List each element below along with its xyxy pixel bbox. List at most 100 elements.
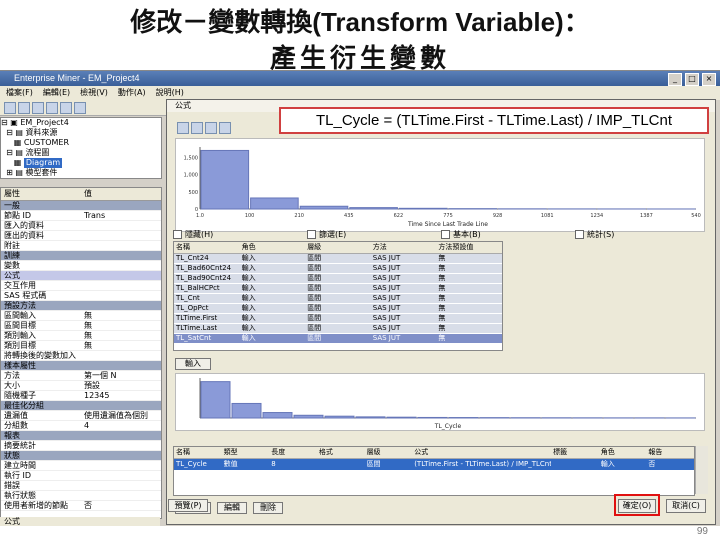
checkbox-stats[interactable]: 統計(S) [575, 228, 709, 240]
property-row[interactable]: 報表 [1, 431, 161, 441]
menu-help[interactable]: 說明(H) [156, 86, 184, 100]
results-icon[interactable] [74, 102, 86, 114]
stop-icon[interactable] [60, 102, 72, 114]
vars-scrollbar[interactable] [695, 446, 708, 494]
property-row[interactable]: 分組數 4 [1, 421, 161, 431]
open-icon[interactable] [18, 102, 30, 114]
property-row[interactable]: 摘要統計 [1, 441, 161, 451]
property-row[interactable]: 公式 [1, 271, 161, 281]
property-key: 分組數 [4, 421, 28, 430]
cancel-button[interactable]: 取消(C) [666, 499, 706, 513]
x-tick-label: 540 [691, 213, 701, 219]
variable-row[interactable]: TLTime.First 輸入 區間 SAS JUT 無 [174, 314, 502, 324]
tree-item[interactable]: ⊞ ▤ 模型套件 [1, 168, 161, 178]
delete-button[interactable]: 刪除 [253, 502, 283, 514]
save-icon[interactable] [32, 102, 44, 114]
x-tick-label: 100 [245, 213, 255, 219]
new-icon[interactable] [4, 102, 16, 114]
variable-row[interactable]: TL_Cnt24 輸入 區間 SAS JUT 無 [174, 254, 502, 264]
chart-icon[interactable] [177, 122, 189, 134]
property-row[interactable]: 區間輸入 無 [1, 311, 161, 321]
property-key: 大小 [4, 381, 20, 390]
property-row[interactable]: SAS 程式碼 [1, 291, 161, 301]
input-button[interactable]: 輸入 [175, 358, 211, 370]
variable-cell: 輸入 [241, 304, 256, 312]
property-key: 將轉換後的變數加入 [4, 351, 76, 360]
property-row[interactable]: 訓練 [1, 251, 161, 261]
tree-item[interactable]: ⊟ ▣ EM_Project4 [1, 118, 161, 128]
checkbox-basic[interactable]: 基本(B) [441, 228, 575, 240]
tree-item[interactable]: ⊟ ▤ 資料來源 [1, 128, 161, 138]
variable-row[interactable]: TL_OpPct 輸入 區間 SAS JUT 無 [174, 304, 502, 314]
x-tick-label: 1387 [640, 213, 653, 219]
property-row[interactable]: 建立時間 [1, 461, 161, 471]
property-row[interactable]: 將轉換後的變數加入 [1, 351, 161, 361]
variable-cell: 區間 [307, 324, 322, 332]
variable-row[interactable]: TL_Bad60Cnt24 輸入 區間 SAS JUT 無 [174, 264, 502, 274]
property-value [81, 241, 161, 250]
menu-action[interactable]: 動作(A) [118, 86, 146, 100]
property-row[interactable]: 交互作用 [1, 281, 161, 291]
property-row[interactable]: 匯出的資料 [1, 231, 161, 241]
zoom-icon[interactable] [219, 122, 231, 134]
variable-row[interactable]: TL_SatCnt 輸入 區間 SAS JUT 無 [174, 334, 502, 344]
property-row[interactable]: 錯誤 [1, 481, 161, 491]
menu-view[interactable]: 檢視(V) [80, 86, 108, 100]
menu-edit[interactable]: 編輯(E) [43, 86, 70, 100]
variable-cell: 無 [438, 324, 446, 332]
preview-button[interactable]: 預覽(P) [168, 499, 208, 512]
property-key: 預設方法 [4, 301, 36, 310]
property-key: 類別輸入 [4, 331, 36, 340]
property-row[interactable]: 附註 [1, 241, 161, 251]
property-value [81, 401, 161, 410]
property-row[interactable]: 方法 第一個 N [1, 371, 161, 381]
property-row[interactable]: 執行狀態 [1, 491, 161, 501]
property-row[interactable]: 最佳化分組 [1, 401, 161, 411]
tree-item[interactable]: ▦ CUSTOMER [1, 138, 161, 148]
variable-cell: TLTime.First [176, 314, 218, 322]
property-row[interactable]: 執行 ID [1, 471, 161, 481]
property-row[interactable]: 類別目標 無 [1, 341, 161, 351]
variable-cell: 區間 [307, 334, 322, 342]
minimize-button[interactable]: _ [668, 73, 682, 86]
y-tick-label: 1,000 [184, 173, 198, 179]
table-icon[interactable] [191, 122, 203, 134]
edit-icon[interactable] [205, 122, 217, 134]
property-row[interactable]: 匯入的資料 [1, 221, 161, 231]
new-variable-row[interactable]: TL_Cycle 數值 8 區間 (TLTime.First - TLTime.… [174, 459, 694, 470]
x-axis-label: TL_Cycle [434, 423, 462, 430]
edit-button[interactable]: 編輯 [217, 502, 247, 514]
variable-cell: SAS JUT [372, 264, 401, 272]
property-value [81, 361, 161, 370]
property-value [81, 291, 161, 300]
menu-file[interactable]: 檔案(F) [6, 86, 33, 100]
property-row[interactable]: 使用者新增的節點 否 [1, 501, 161, 511]
property-row[interactable]: 狀態 [1, 451, 161, 461]
checkbox-filter[interactable]: 篩選(E) [307, 228, 441, 240]
bar [200, 149, 250, 210]
variable-row[interactable]: TL_Bad90Cnt24 輸入 區間 SAS JUT 無 [174, 274, 502, 284]
property-value: 4 [84, 421, 90, 430]
property-row[interactable]: 類別輸入 無 [1, 331, 161, 341]
variable-cell: TL_Cnt [176, 294, 200, 302]
x-tick-label: 775 [443, 213, 453, 219]
property-row[interactable]: 節點 ID Trans [1, 211, 161, 221]
property-row[interactable]: 隨機種子 12345 [1, 391, 161, 401]
checkbox-hidden[interactable]: 隱藏(H) [173, 228, 307, 240]
tree-item[interactable]: ▦ Diagram [1, 158, 161, 168]
property-row[interactable]: 遺漏值 使用遺漏值為個別 [1, 411, 161, 421]
tree-item[interactable]: ⊟ ▤ 流程圖 [1, 148, 161, 158]
run-icon[interactable] [46, 102, 58, 114]
property-row[interactable]: 大小 預設 [1, 381, 161, 391]
property-row[interactable]: 一般 [1, 201, 161, 211]
property-row[interactable]: 預設方法 [1, 301, 161, 311]
maximize-button[interactable]: □ [685, 73, 699, 86]
variable-row[interactable]: TL_BalHCPct 輸入 區間 SAS JUT 無 [174, 284, 502, 294]
property-row[interactable]: 變數 [1, 261, 161, 271]
menu-bar: 檔案(F) 編輯(E) 檢視(V) 動作(A) 說明(H) [0, 86, 720, 100]
property-row[interactable]: 樣本屬性 [1, 361, 161, 371]
variable-row[interactable]: TLTime.Last 輸入 區間 SAS JUT 無 [174, 324, 502, 334]
property-row[interactable]: 區間目標 無 [1, 321, 161, 331]
variable-row[interactable]: TL_Cnt 輸入 區間 SAS JUT 無 [174, 294, 502, 304]
close-button[interactable]: × [702, 73, 716, 86]
